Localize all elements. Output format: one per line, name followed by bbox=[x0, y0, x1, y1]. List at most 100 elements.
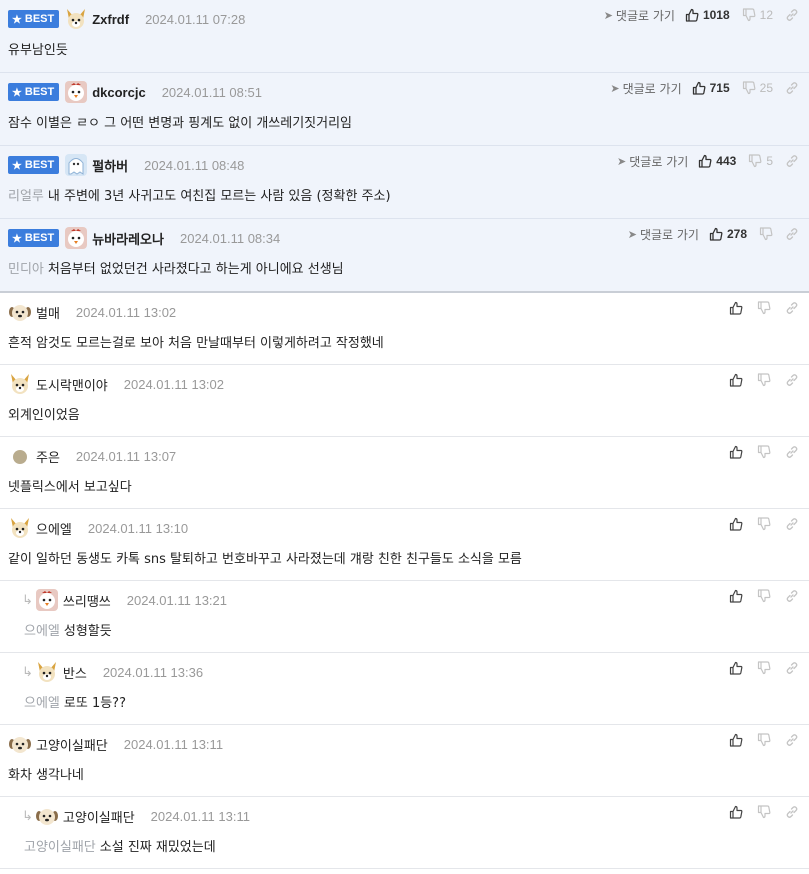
dislike-button[interactable] bbox=[757, 445, 771, 459]
thumbs-up-icon bbox=[729, 517, 743, 531]
like-button[interactable] bbox=[729, 445, 743, 459]
link-icon[interactable] bbox=[785, 661, 799, 675]
thumbs-up-icon bbox=[729, 661, 743, 675]
avatar[interactable] bbox=[64, 153, 88, 177]
username[interactable]: 주은 bbox=[36, 447, 60, 466]
best-badge: ★ BEST bbox=[8, 83, 60, 101]
link-icon[interactable] bbox=[785, 373, 799, 387]
comment-header: ★ BEST 뉴바라레오나 2024.01.11 08:34 bbox=[8, 225, 280, 251]
best-comment: ★ BEST Zxfrdf 2024.01.11 07:28 ➤ 댓글로 가기 1018 12… bbox=[0, 0, 809, 73]
thumbs-up-icon bbox=[729, 301, 743, 315]
avatar[interactable] bbox=[8, 516, 32, 540]
goto-comment-link[interactable]: ➤ 댓글로 가기 bbox=[628, 226, 699, 243]
comment-text: 내 주변에 3년 사귀고도 여친집 모르는 사람 있음 (정확한 주소) bbox=[47, 189, 391, 204]
dislike-button[interactable] bbox=[759, 227, 773, 241]
comment-actions: ➤ 댓글로 가기 278 bbox=[628, 225, 799, 243]
comment-header: ★ BEST 펄하버 2024.01.11 08:48 bbox=[8, 152, 244, 178]
dislike-button[interactable] bbox=[757, 733, 771, 747]
username[interactable]: 펄하버 bbox=[92, 156, 128, 175]
comment-header: 벌매 2024.01.11 13:02 bbox=[8, 299, 176, 325]
reply-arrow-icon: ↳ bbox=[22, 592, 33, 608]
username[interactable]: 반스 bbox=[63, 663, 87, 682]
dislike-button[interactable]: 25 bbox=[742, 81, 773, 95]
like-button[interactable] bbox=[729, 733, 743, 747]
comment-text-row: 고양이실패단 소설 진짜 재밌었는데 bbox=[24, 836, 216, 855]
mention[interactable]: 으에엘 bbox=[24, 624, 60, 639]
dislike-button[interactable]: 5 bbox=[748, 154, 773, 168]
like-button[interactable] bbox=[729, 517, 743, 531]
navigate-arrow-icon: ➤ bbox=[610, 81, 620, 95]
link-icon[interactable] bbox=[785, 733, 799, 747]
like-button[interactable] bbox=[729, 661, 743, 675]
comment-text: 넷플릭스에서 보고싶다 bbox=[8, 480, 132, 495]
like-button[interactable]: 278 bbox=[709, 227, 747, 241]
like-button[interactable] bbox=[729, 373, 743, 387]
comment-text-row: 잠수 이별은 ㄹㅇ 그 어떤 변명과 핑계도 없이 개쓰레기짓거리임 bbox=[8, 112, 352, 131]
like-button[interactable]: 715 bbox=[692, 81, 730, 95]
dislike-button[interactable] bbox=[757, 517, 771, 531]
username[interactable]: 도시락맨이야 bbox=[36, 375, 108, 394]
link-icon[interactable] bbox=[785, 445, 799, 459]
comment-header: ↳ 반스 2024.01.11 13:36 bbox=[22, 659, 203, 685]
username[interactable]: 벌매 bbox=[36, 303, 60, 322]
reply-arrow-icon: ↳ bbox=[22, 808, 33, 824]
goto-comment-link[interactable]: ➤ 댓글로 가기 bbox=[610, 80, 681, 97]
dislike-button[interactable] bbox=[757, 661, 771, 675]
link-icon[interactable] bbox=[785, 8, 799, 22]
comment-text: 화차 생각나네 bbox=[8, 768, 84, 783]
link-icon[interactable] bbox=[785, 517, 799, 531]
mention[interactable]: 고양이실패단 bbox=[24, 840, 96, 855]
avatar[interactable] bbox=[35, 588, 59, 612]
avatar[interactable] bbox=[8, 444, 32, 468]
username[interactable]: 고양이실패단 bbox=[63, 807, 135, 826]
username[interactable]: 쓰리땡쓰 bbox=[63, 591, 111, 610]
link-icon[interactable] bbox=[785, 227, 799, 241]
like-button[interactable] bbox=[729, 301, 743, 315]
avatar[interactable] bbox=[64, 80, 88, 104]
link-icon[interactable] bbox=[785, 805, 799, 819]
goto-comment-link[interactable]: ➤ 댓글로 가기 bbox=[617, 153, 688, 170]
username[interactable]: 고양이실패단 bbox=[36, 735, 108, 754]
comment-text: 로또 1등?? bbox=[63, 696, 126, 711]
avatar[interactable] bbox=[64, 226, 88, 250]
avatar[interactable] bbox=[35, 804, 59, 828]
mention[interactable]: 리얼루 bbox=[8, 189, 44, 204]
star-icon: ★ bbox=[12, 86, 22, 99]
link-icon[interactable] bbox=[785, 301, 799, 315]
avatar[interactable] bbox=[8, 732, 32, 756]
navigate-arrow-icon: ➤ bbox=[627, 227, 637, 241]
thumbs-down-icon bbox=[757, 301, 771, 315]
dislike-button[interactable] bbox=[757, 589, 771, 603]
like-button[interactable]: 1018 bbox=[685, 8, 730, 22]
username[interactable]: dkcorcjc bbox=[92, 85, 145, 100]
goto-comment-link[interactable]: ➤ 댓글로 가기 bbox=[604, 7, 675, 24]
username[interactable]: Zxfrdf bbox=[92, 12, 129, 27]
avatar[interactable] bbox=[8, 372, 32, 396]
link-icon[interactable] bbox=[785, 589, 799, 603]
thumbs-up-icon bbox=[729, 733, 743, 747]
link-icon[interactable] bbox=[785, 154, 799, 168]
best-badge: ★ BEST bbox=[8, 229, 60, 247]
avatar[interactable] bbox=[35, 660, 59, 684]
like-button[interactable] bbox=[729, 589, 743, 603]
username[interactable]: 뉴바라레오나 bbox=[92, 229, 164, 248]
comment-actions bbox=[729, 587, 799, 605]
like-button[interactable]: 443 bbox=[698, 154, 736, 168]
navigate-arrow-icon: ➤ bbox=[617, 154, 627, 168]
avatar[interactable] bbox=[8, 300, 32, 324]
like-button[interactable] bbox=[729, 805, 743, 819]
like-count: 1018 bbox=[702, 8, 730, 22]
thumbs-up-icon bbox=[685, 8, 699, 22]
dislike-button[interactable] bbox=[757, 301, 771, 315]
dislike-button[interactable] bbox=[757, 373, 771, 387]
like-count: 443 bbox=[716, 154, 737, 168]
comment-actions bbox=[729, 299, 799, 317]
username[interactable]: 으에엘 bbox=[36, 519, 72, 538]
dislike-button[interactable]: 12 bbox=[742, 8, 773, 22]
dislike-button[interactable] bbox=[757, 805, 771, 819]
mention[interactable]: 민디아 bbox=[8, 262, 44, 277]
link-icon[interactable] bbox=[785, 81, 799, 95]
avatar[interactable] bbox=[64, 7, 88, 31]
mention[interactable]: 으에엘 bbox=[24, 696, 60, 711]
comment-text: 처음부터 없었던건 사라졌다고 하는게 아니에요 선생님 bbox=[47, 262, 344, 277]
